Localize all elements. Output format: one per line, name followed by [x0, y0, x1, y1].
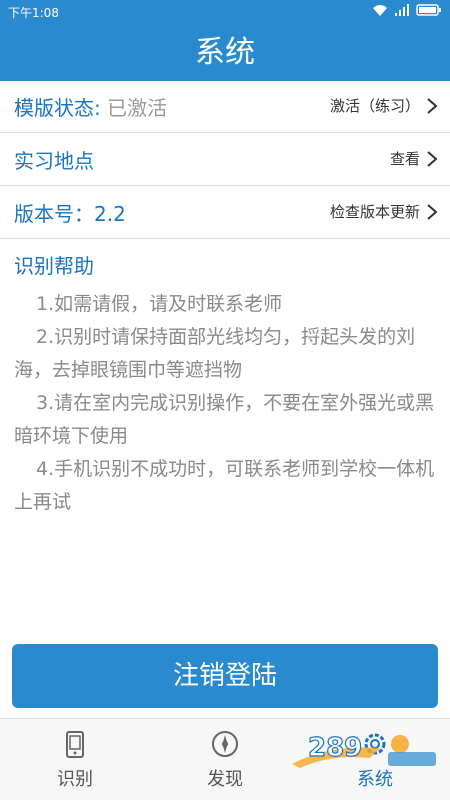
status-time: 下午1:08	[8, 6, 59, 20]
version-label: 版本号：2.2	[14, 202, 126, 226]
battery-icon	[416, 4, 441, 16]
version-row[interactable]: 版本号：2.2 检查版本更新	[0, 187, 450, 239]
compass-icon	[212, 731, 238, 757]
watermark-logo: 289	[292, 732, 436, 768]
template-status-value: 已激活	[107, 96, 168, 120]
page-title: 系统	[0, 24, 450, 81]
chevron-right-icon	[427, 203, 438, 220]
logout-button[interactable]: 注销登陆	[12, 644, 438, 708]
tab-discover[interactable]: 发现	[150, 719, 300, 800]
help-item: 1.如需请假，请及时联系老师	[36, 293, 283, 315]
tab-recognize-label: 识别	[57, 769, 93, 790]
view-location-link[interactable]: 查看	[390, 148, 438, 169]
help-item: 4.手机识别不成功时，可联系老师到学校一体机上再试	[14, 458, 435, 513]
internship-location-row[interactable]: 实习地点 查看	[0, 134, 450, 186]
check-update-link[interactable]: 检查版本更新	[330, 201, 438, 222]
status-bar: 下午1:08	[0, 0, 450, 24]
chevron-right-icon	[427, 97, 438, 114]
status-icons	[372, 3, 442, 17]
template-status-label-text: 模版状态:	[14, 96, 101, 120]
activate-practice-label: 激活（练习）	[329, 97, 420, 115]
help-item: 3.请在室内完成识别操作，不要在室外强光或黑暗环境下使用	[14, 392, 435, 447]
phone-icon	[66, 731, 84, 758]
wifi-icon	[373, 5, 387, 16]
internship-location-label: 实习地点	[14, 149, 94, 173]
chevron-right-icon	[427, 150, 438, 167]
signal-icon	[395, 4, 409, 16]
help-title: 识别帮助	[14, 254, 94, 278]
svg-text:289: 289	[308, 733, 362, 763]
help-item: 2.识别时请保持面部光线均匀，捋起头发的刘海，去掉眼镜围巾等遮挡物	[14, 326, 416, 381]
check-update-label: 检查版本更新	[329, 203, 420, 221]
tab-discover-label: 发现	[207, 769, 243, 790]
activate-practice-link[interactable]: 激活（练习）	[330, 95, 438, 116]
tab-recognize[interactable]: 识别	[0, 719, 150, 800]
template-status-row[interactable]: 模版状态: 已激活 激活（练习）	[0, 81, 450, 133]
help-list: 1.如需请假，请及时联系老师 2.识别时请保持面部光线均匀，捋起头发的刘海，去掉…	[14, 288, 438, 519]
template-status-label: 模版状态: 已激活	[14, 92, 167, 121]
view-location-label: 查看	[389, 150, 420, 168]
